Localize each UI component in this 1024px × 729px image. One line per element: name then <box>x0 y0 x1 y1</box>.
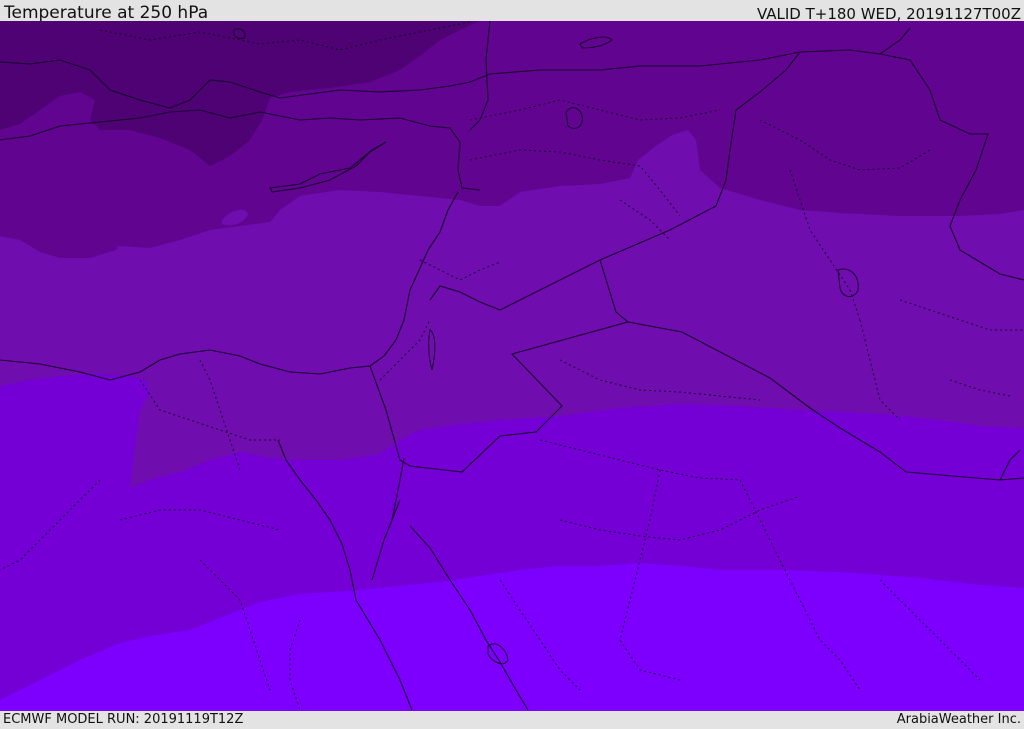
model-run-label: ECMWF MODEL RUN: 20191119T12Z <box>3 712 244 727</box>
credit-label: ArabiaWeather Inc. <box>896 712 1021 727</box>
header-bar: Temperature at 250 hPa VALID T+180 WED, … <box>0 0 1024 23</box>
temperature-map[interactable] <box>0 21 1024 711</box>
map-title: Temperature at 250 hPa <box>4 3 209 23</box>
footer-bar: ECMWF MODEL RUN: 20191119T12Z ArabiaWeat… <box>0 711 1024 729</box>
map-canvas <box>0 21 1024 711</box>
